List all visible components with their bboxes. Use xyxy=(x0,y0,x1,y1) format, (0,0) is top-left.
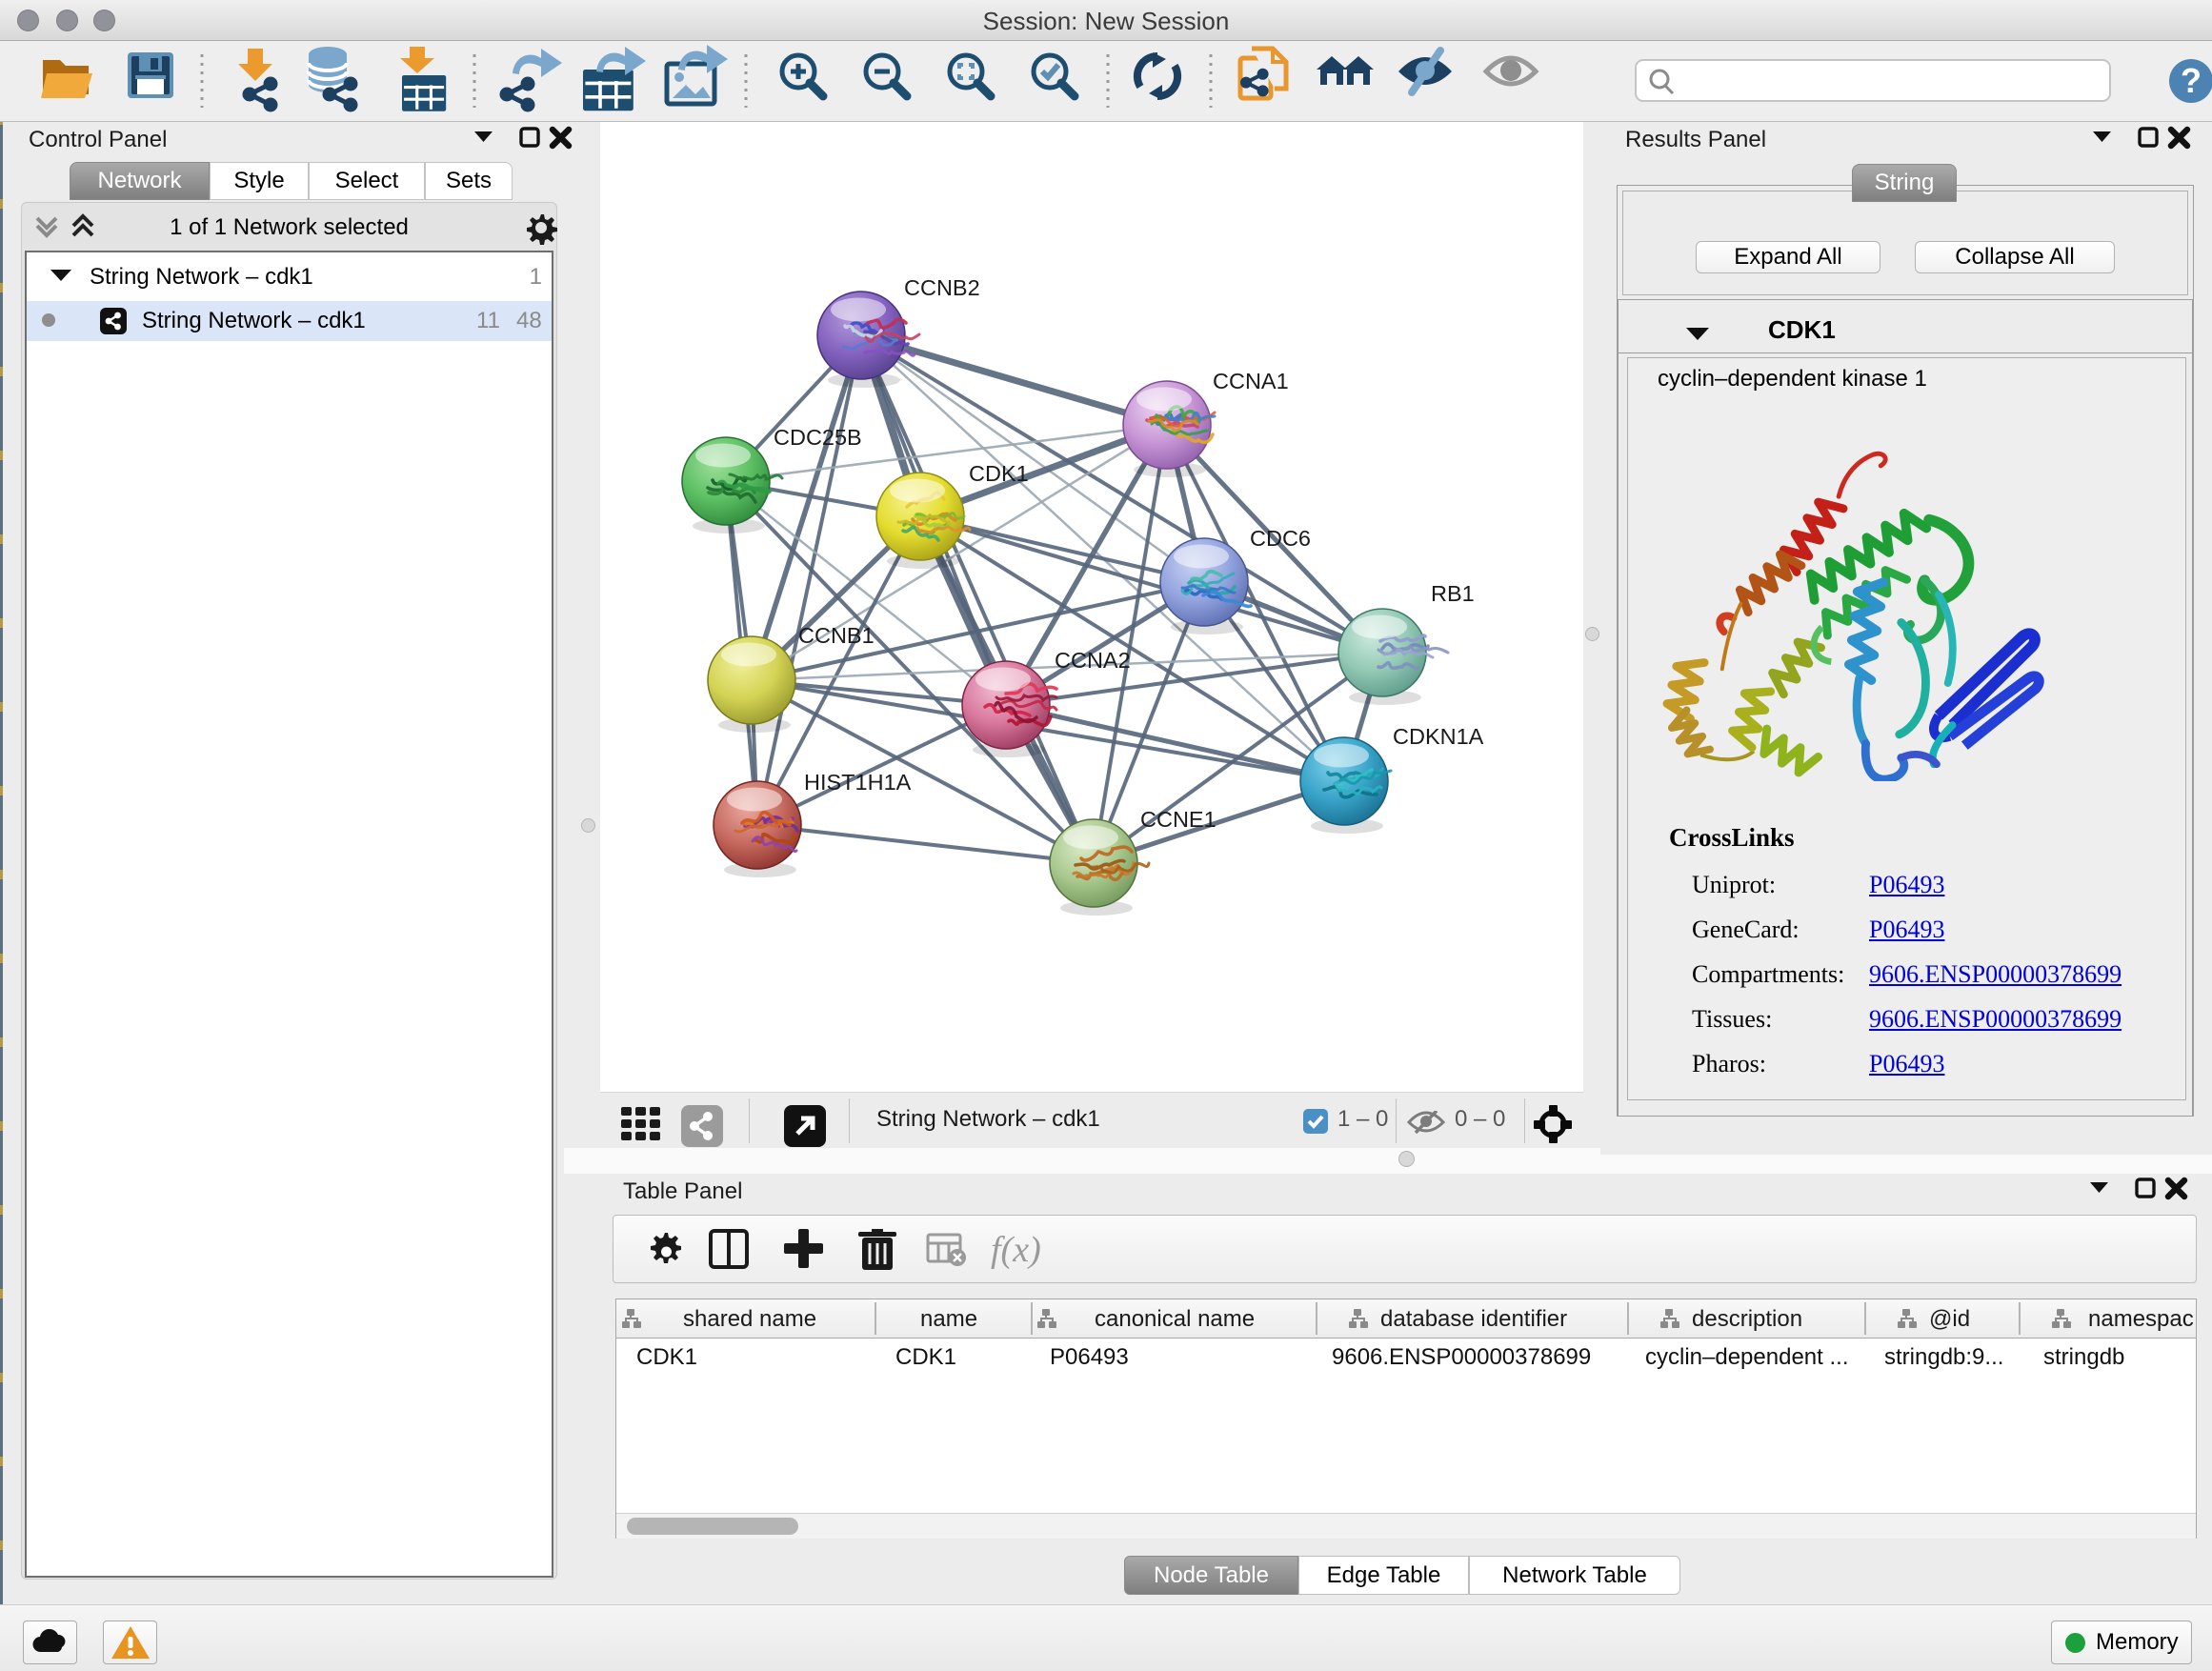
svg-text:canonical name: canonical name xyxy=(1095,1306,1255,1332)
svg-text:f(x): f(x) xyxy=(991,1230,1041,1270)
svg-text:CCNA1: CCNA1 xyxy=(1213,369,1289,393)
svg-text:CCNE1: CCNE1 xyxy=(1140,807,1217,832)
svg-text:CCNB2: CCNB2 xyxy=(904,275,980,300)
svg-text:CDC25B: CDC25B xyxy=(774,425,862,450)
svg-text:RB1: RB1 xyxy=(1431,581,1475,606)
svg-text:namespac: namespac xyxy=(2088,1306,2194,1332)
svg-text:CDKN1A: CDKN1A xyxy=(1393,724,1484,749)
svg-text:description: description xyxy=(1692,1306,1802,1332)
svg-text:?: ? xyxy=(2181,61,2202,100)
svg-text:@id: @id xyxy=(1929,1306,1970,1332)
svg-text:CCNB1: CCNB1 xyxy=(798,623,875,648)
svg-text:CDK1: CDK1 xyxy=(969,461,1029,486)
svg-text:HIST1H1A: HIST1H1A xyxy=(804,770,912,795)
svg-text:name: name xyxy=(920,1306,977,1332)
svg-text:database identifier: database identifier xyxy=(1380,1306,1567,1332)
svg-text:CCNA2: CCNA2 xyxy=(1055,648,1131,673)
svg-text:CDC6: CDC6 xyxy=(1250,526,1311,551)
svg-text:shared name: shared name xyxy=(683,1306,816,1332)
